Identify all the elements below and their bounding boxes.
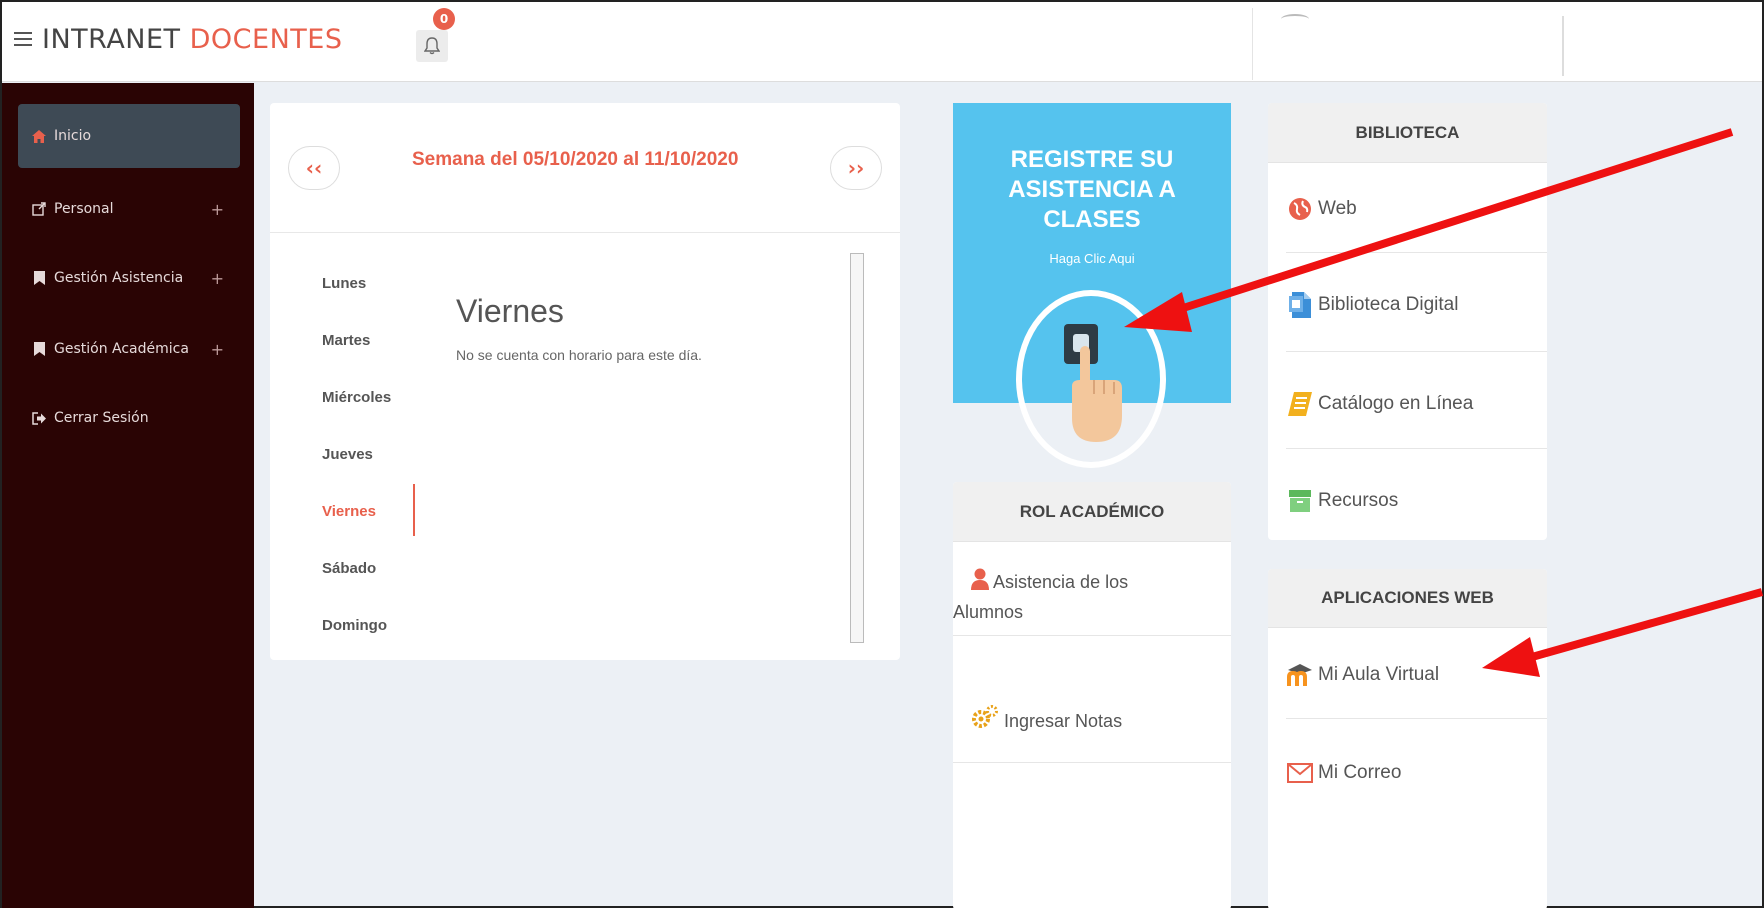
divider: [1286, 351, 1547, 352]
bookmark-icon: [30, 271, 48, 285]
globe-icon: [1286, 195, 1314, 223]
brand-main-text: INTRANET: [42, 24, 190, 55]
register-title-line: ASISTENCIA A: [1008, 176, 1176, 203]
library-web-link[interactable]: Web: [1286, 195, 1357, 223]
sidebar-item-gestion-asistencia[interactable]: Gestión Asistencia +: [2, 246, 240, 310]
sidebar-item-personal[interactable]: Personal +: [2, 177, 240, 241]
divider: [953, 635, 1231, 636]
sidebar-item-inicio[interactable]: Inicio: [18, 104, 240, 168]
weekly-schedule-card: ‹‹ Semana del 05/10/2020 al 11/10/2020 ›…: [270, 103, 900, 660]
sidebar-item-cerrar-sesion[interactable]: Cerrar Sesión: [2, 386, 240, 450]
expand-icon[interactable]: +: [211, 200, 224, 219]
day-tab-sabado[interactable]: Sábado: [322, 556, 391, 613]
home-icon: [30, 129, 48, 143]
avatar: [1281, 14, 1309, 24]
day-tab-miercoles[interactable]: Miércoles: [322, 385, 391, 442]
user-icon: [971, 568, 989, 598]
gears-icon: [971, 704, 999, 738]
online-catalog-link[interactable]: Catálogo en Línea: [1286, 390, 1473, 418]
divider: [1286, 252, 1547, 253]
sidebar-item-label: Personal: [54, 201, 114, 217]
divider: [1286, 718, 1547, 719]
brand-accent-text: DOCENTES: [189, 24, 343, 55]
day-tab-domingo[interactable]: Domingo: [322, 613, 391, 670]
panel-title: APLICACIONES WEB: [1268, 569, 1547, 628]
divider: [1286, 448, 1547, 449]
link-label: Web: [1318, 198, 1357, 219]
document-icon: [1286, 291, 1314, 319]
panel-title: ROL ACADÉMICO: [953, 482, 1231, 542]
prev-week-button[interactable]: ‹‹: [288, 146, 340, 190]
day-tab-viernes[interactable]: Viernes: [322, 499, 391, 556]
rol-academico-panel: ROL ACADÉMICO Asistencia de los Alumnos …: [953, 482, 1231, 908]
virtual-classroom-link[interactable]: Mi Aula Virtual: [1286, 661, 1439, 689]
aplicaciones-web-panel: APLICACIONES WEB Mi Aula Virtual Mi Corr…: [1268, 569, 1547, 908]
link-label: Asistencia de los: [993, 572, 1129, 592]
sidebar: Inicio Personal + Gestión Asistencia + G…: [2, 83, 254, 908]
envelope-icon: [1286, 759, 1314, 787]
week-header: ‹‹ Semana del 05/10/2020 al 11/10/2020 ›…: [270, 103, 900, 233]
schedule-message: No se cuenta con horario para este día.: [456, 347, 702, 363]
day-tab-jueves[interactable]: Jueves: [322, 442, 391, 499]
selected-day-title: Viernes: [456, 293, 564, 329]
biblioteca-panel: BIBLIOTECA Web Biblioteca Digital Catálo…: [1268, 103, 1547, 540]
register-title: REGISTRE SU ASISTENCIA A CLASES: [953, 145, 1231, 235]
sidebar-item-label: Cerrar Sesión: [54, 410, 149, 426]
link-label: Alumnos: [953, 602, 1024, 622]
resources-link[interactable]: Recursos: [1286, 487, 1398, 515]
notification-badge: 0: [433, 8, 455, 30]
archive-icon: [1286, 487, 1314, 515]
pointing-hand-icon: [1072, 346, 1122, 442]
bell-icon[interactable]: [416, 30, 448, 62]
register-subtitle: Haga Clic Aqui: [1049, 251, 1135, 266]
scrollbar[interactable]: [850, 253, 864, 643]
link-label: Mi Aula Virtual: [1318, 664, 1440, 685]
week-title: Semana del 05/10/2020 al 11/10/2020: [412, 149, 739, 170]
moodle-icon: [1286, 661, 1314, 689]
sidebar-item-label: Gestión Académica: [54, 341, 189, 357]
expand-icon[interactable]: +: [211, 269, 224, 288]
bookmark-icon: [30, 342, 48, 356]
app-brand[interactable]: INTRANET DOCENTES: [42, 24, 342, 55]
link-label: Catálogo en Línea: [1318, 393, 1474, 414]
external-link-icon: [30, 202, 48, 216]
link-label: Ingresar Notas: [1004, 711, 1123, 731]
divider: [953, 762, 1231, 763]
day-tab-lunes[interactable]: Lunes: [322, 271, 391, 328]
register-title-line: REGISTRE SU: [1010, 146, 1174, 173]
digital-library-link[interactable]: Biblioteca Digital: [1286, 291, 1458, 319]
next-week-button[interactable]: ››: [830, 146, 882, 190]
day-tab-martes[interactable]: Martes: [322, 328, 391, 385]
sidebar-item-label: Inicio: [54, 128, 92, 144]
sidebar-item-label: Gestión Asistencia: [54, 270, 184, 286]
link-label: Biblioteca Digital: [1318, 294, 1459, 315]
sidebar-item-gestion-academica[interactable]: Gestión Académica +: [2, 317, 240, 381]
day-list: Lunes Martes Miércoles Jueves Viernes Sá…: [322, 271, 391, 670]
link-label: Recursos: [1318, 490, 1399, 511]
expand-icon[interactable]: +: [211, 340, 224, 359]
active-day-indicator: [413, 484, 415, 536]
panel-title: BIBLIOTECA: [1268, 103, 1547, 163]
book-icon: [1286, 390, 1314, 418]
divider: [1562, 16, 1564, 76]
sign-out-icon: [30, 411, 48, 425]
student-attendance-link[interactable]: Asistencia de los Alumnos: [953, 568, 1129, 626]
register-title-line: CLASES: [1043, 206, 1141, 233]
email-link[interactable]: Mi Correo: [1286, 759, 1401, 787]
enter-grades-link[interactable]: Ingresar Notas: [971, 704, 1122, 738]
top-navbar: INTRANET DOCENTES 0: [2, 2, 1762, 82]
link-label: Mi Correo: [1318, 762, 1402, 783]
menu-icon[interactable]: [14, 32, 32, 46]
user-menu-area[interactable]: [1252, 8, 1564, 80]
